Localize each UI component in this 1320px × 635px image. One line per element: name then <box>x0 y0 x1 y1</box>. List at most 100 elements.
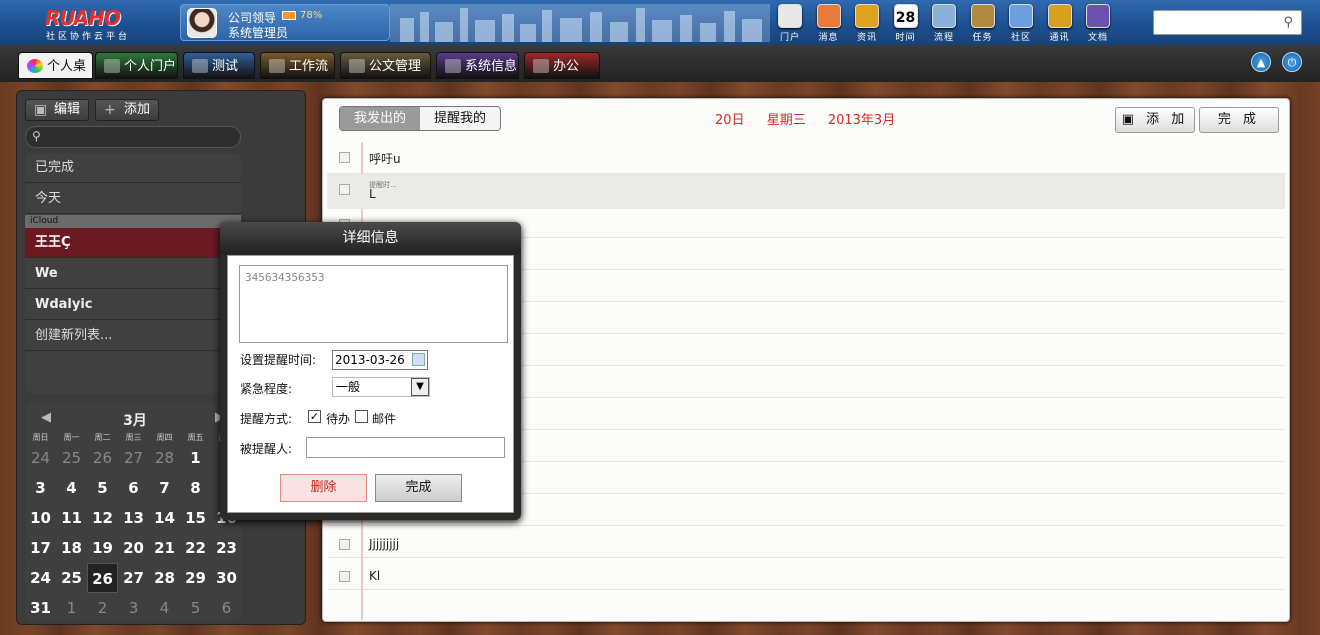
calendar-day[interactable]: 13 <box>118 503 149 533</box>
calendar-day[interactable]: 1 <box>180 443 211 473</box>
delete-button[interactable]: 删除 <box>280 474 367 502</box>
tab-0[interactable]: 个人桌面 <box>18 52 93 101</box>
calendar-day[interactable]: 14 <box>149 503 180 533</box>
calendar-day[interactable]: 4 <box>56 473 87 503</box>
calendar-day[interactable]: 11 <box>56 503 87 533</box>
calendar-day[interactable]: 5 <box>180 593 211 623</box>
calendar-day[interactable]: 22 <box>180 533 211 563</box>
calendar-day[interactable]: 29 <box>180 563 211 593</box>
user-info-box[interactable]: 公司领导 78% 系统管理员 <box>180 4 390 41</box>
calendar-day[interactable]: 7 <box>149 473 180 503</box>
list-item-today[interactable]: 今天 <box>25 184 241 214</box>
mail-checkbox[interactable] <box>355 410 368 423</box>
toolbar-message-button[interactable]: 消息 <box>814 4 844 43</box>
reminder-checkbox[interactable] <box>339 152 350 163</box>
reminded-person-input[interactable] <box>306 437 505 458</box>
calendar-day[interactable]: 18 <box>56 533 87 563</box>
add-reminder-label: 添 加 <box>1146 112 1189 127</box>
list-item-selected[interactable]: 王王Ç <box>25 228 241 258</box>
chevron-down-icon[interactable]: ▼ <box>411 378 429 396</box>
calendar-picker-icon[interactable] <box>412 353 425 366</box>
calendar-day[interactable]: 26 <box>87 443 118 473</box>
tab-sent-by-me[interactable]: 我发出的 <box>340 107 421 130</box>
tab-2[interactable]: 测试 <box>183 52 255 79</box>
calendar-day[interactable]: 28 <box>149 563 180 593</box>
toolbar-news-button[interactable]: 资讯 <box>852 4 882 43</box>
calendar-day[interactable]: 27 <box>118 563 149 593</box>
calendar-day[interactable]: 25 <box>56 563 87 593</box>
reminder-checkbox[interactable] <box>339 184 350 195</box>
tab-4[interactable]: 公文管理 <box>340 52 431 79</box>
reminder-checkbox[interactable] <box>339 571 350 582</box>
list-item[interactable]: Wdalyic <box>25 290 241 320</box>
remind-time-input[interactable]: 2013-03-26 <box>332 350 428 370</box>
prev-month-icon[interactable]: ◀ <box>41 410 51 425</box>
calendar-day[interactable]: 3 <box>25 473 56 503</box>
tab-3[interactable]: 工作流 <box>260 52 335 79</box>
calendar-day[interactable]: 17 <box>25 533 56 563</box>
user-avatar[interactable] <box>187 8 217 38</box>
calendar-day[interactable]: 3 <box>118 593 149 623</box>
reminder-row[interactable]: Jjjjjjjjj <box>327 529 1285 560</box>
tab-remind-me[interactable]: 提醒我的 <box>420 107 501 130</box>
calendar-day[interactable]: 15 <box>180 503 211 533</box>
tab-1[interactable]: 个人门户 <box>95 52 178 79</box>
calendar-day[interactable]: 19 <box>87 533 118 563</box>
edit-button[interactable]: ▣ 编辑 <box>25 99 90 121</box>
calendar-day[interactable]: 23 <box>211 533 242 563</box>
calendar-day[interactable]: 31 <box>25 593 56 623</box>
reminder-row[interactable]: Kl <box>327 561 1285 592</box>
weekday-label: 周四 <box>156 433 173 442</box>
reminder-checkbox[interactable] <box>339 539 350 550</box>
calendar-day[interactable]: 21 <box>149 533 180 563</box>
todo-checkbox[interactable]: ✓ <box>308 410 321 423</box>
calendar-day[interactable]: 26 <box>87 563 118 593</box>
global-search-input[interactable]: ⚲ <box>1153 10 1302 35</box>
dialog-done-button[interactable]: 完成 <box>375 474 462 502</box>
done-button[interactable]: 完 成 <box>1199 107 1279 133</box>
toolbar-label: 社区 <box>1010 33 1031 43</box>
user-role: 系统管理员 <box>228 26 289 40</box>
collapse-up-icon[interactable]: ▲ <box>1251 52 1271 72</box>
calendar-day[interactable]: 1 <box>56 593 87 623</box>
tab-5[interactable]: 系统信息 <box>436 52 519 79</box>
calendar-day[interactable]: 20 <box>118 533 149 563</box>
reminder-row[interactable]: 呼吁u <box>327 142 1285 173</box>
toolbar-portal-button[interactable]: 门户 <box>775 4 805 43</box>
calendar-day[interactable]: 5 <box>87 473 118 503</box>
calendar-day[interactable]: 28 <box>149 443 180 473</box>
calendar-day[interactable]: 2 <box>87 593 118 623</box>
calendar-day[interactable]: 24 <box>25 443 56 473</box>
dialog-title[interactable]: 详细信息 <box>220 222 521 254</box>
toolbar-community-button[interactable]: 社区 <box>1006 4 1036 43</box>
calendar-day[interactable]: 25 <box>56 443 87 473</box>
calendar-day[interactable]: 8 <box>180 473 211 503</box>
toolbar-calendar-button[interactable]: 28 时间 <box>891 4 921 43</box>
calendar-day[interactable]: 27 <box>118 443 149 473</box>
calendar-day[interactable]: 6 <box>211 593 242 623</box>
toolbar-contacts-button[interactable]: 通讯 <box>1045 4 1075 43</box>
search-icon[interactable]: ⚲ <box>1283 15 1293 30</box>
calendar-day[interactable]: 10 <box>25 503 56 533</box>
tab-6[interactable]: 办公 <box>524 52 600 79</box>
add-reminder-button[interactable]: ▣ 添 加 <box>1115 107 1195 133</box>
toolbar-task-button[interactable]: 任务 <box>968 4 998 43</box>
calendar-day[interactable]: 30 <box>211 563 242 593</box>
power-icon[interactable]: ⏻ <box>1282 52 1302 72</box>
reminder-row[interactable]: 提醒时... L <box>327 174 1285 209</box>
calendar-day[interactable]: 6 <box>118 473 149 503</box>
list-item-completed[interactable]: 已完成 <box>25 153 241 183</box>
calendar-day[interactable]: 12 <box>87 503 118 533</box>
date-day: 20日 <box>715 113 745 128</box>
urgency-select[interactable]: 一般 ▼ <box>332 377 430 397</box>
calendar-day[interactable]: 24 <box>25 563 56 593</box>
calendar-day[interactable]: 4 <box>149 593 180 623</box>
list-item[interactable]: We <box>25 259 241 289</box>
toolbar-flow-button[interactable]: 流程 <box>929 4 959 43</box>
search-icon: ⚲ <box>32 129 41 143</box>
create-new-list[interactable]: 创建新列表... <box>25 321 241 351</box>
add-list-button[interactable]: + 添加 <box>95 99 160 121</box>
sidebar-search-input[interactable]: ⚲ <box>25 126 241 148</box>
toolbar-document-button[interactable]: 文档 <box>1083 4 1113 43</box>
note-textarea[interactable]: 345634356353 <box>239 265 508 343</box>
